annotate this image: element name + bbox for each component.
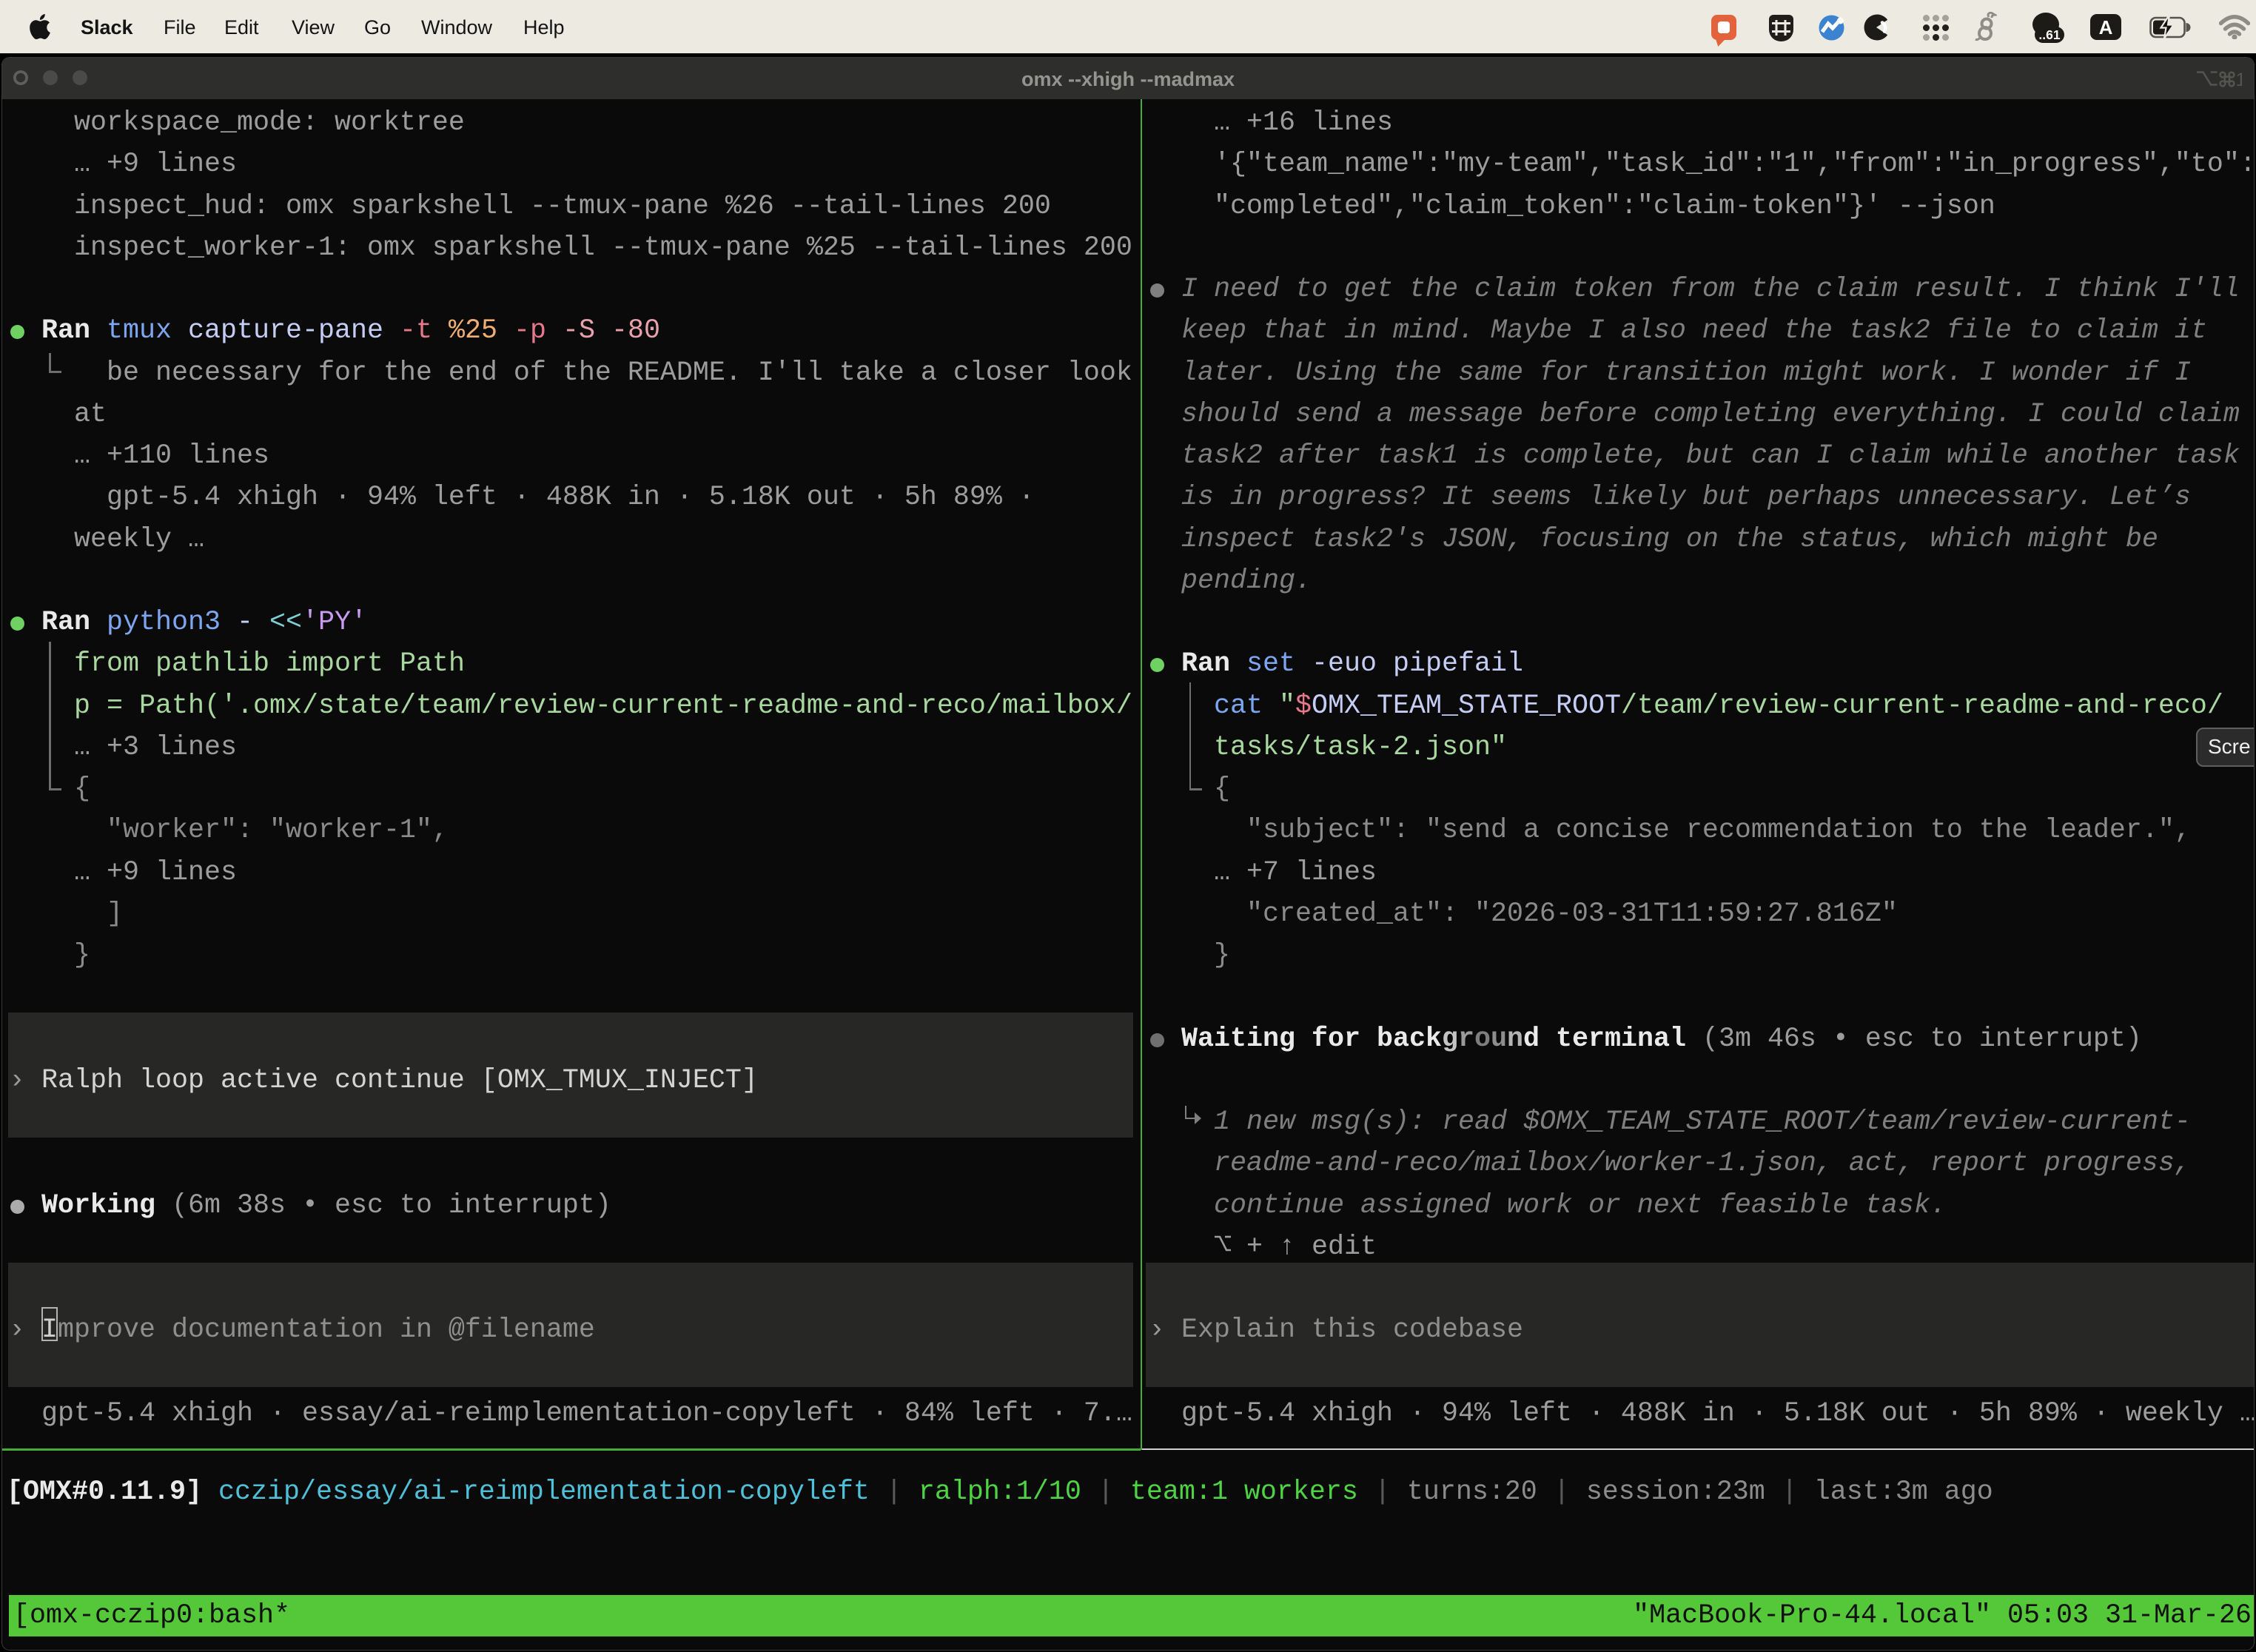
svg-text:1: 1 [2236, 70, 2243, 89]
